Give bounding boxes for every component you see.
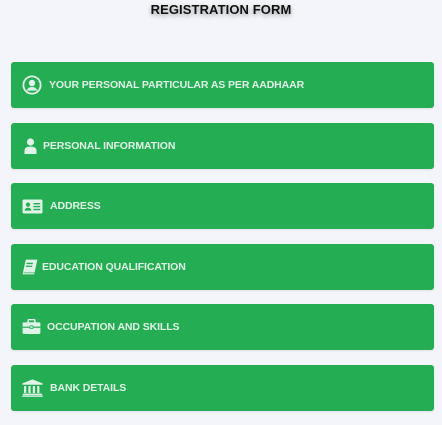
address-card-icon (21, 195, 43, 217)
bank-icon (21, 377, 43, 399)
section-label: BANK DETAILS (50, 381, 127, 394)
book-icon (21, 256, 38, 278)
user-circle-icon (21, 74, 43, 96)
registration-sections: YOUR PERSONAL PARTICULAR AS PER AADHAAR … (11, 62, 434, 425)
section-occupation-skills[interactable]: OCCUPATION AND SKILLS (11, 304, 434, 350)
page-title: REGISTRATION FORM (150, 2, 292, 17)
user-icon (21, 135, 39, 157)
section-label: ADDRESS (50, 200, 101, 212)
section-label: YOUR PERSONAL PARTICULAR AS PER AADHAAR (49, 79, 305, 91)
section-bank-details[interactable]: BANK DETAILS (11, 364, 434, 411)
section-education-qualification[interactable]: EDUCATION QUALIFICATION (11, 243, 434, 290)
section-address[interactable]: ADDRESS (11, 183, 434, 229)
section-aadhaar-particulars[interactable]: YOUR PERSONAL PARTICULAR AS PER AADHAAR (11, 62, 434, 108)
section-label: PERSONAL INFORMATION (43, 139, 176, 152)
briefcase-icon (21, 316, 41, 338)
section-personal-information[interactable]: PERSONAL INFORMATION (11, 122, 434, 169)
section-label: EDUCATION QUALIFICATION (42, 260, 186, 273)
section-label: OCCUPATION AND SKILLS (47, 321, 180, 333)
